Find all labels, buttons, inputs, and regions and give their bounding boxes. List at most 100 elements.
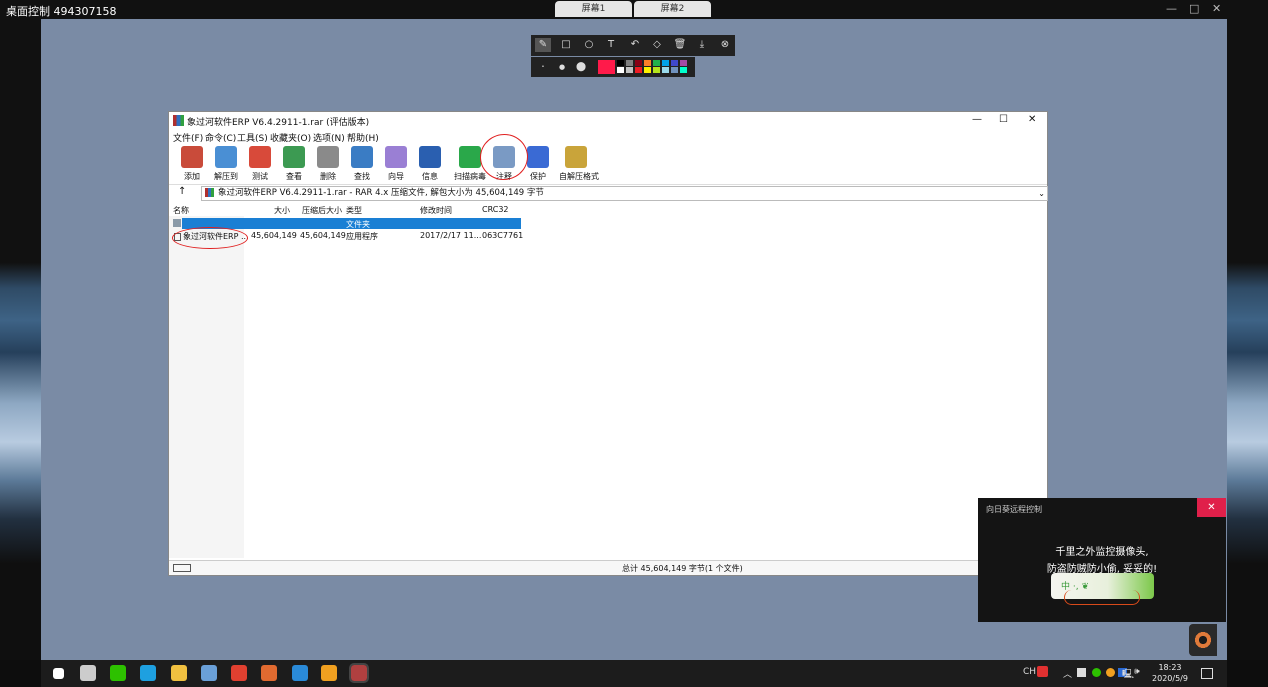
toolbar-button-4[interactable]: 查看 [277,146,311,184]
sogou-icon[interactable] [1037,666,1048,677]
tab-screen-2[interactable]: 屏幕2 [634,1,711,17]
palette-swatch[interactable] [680,60,687,66]
popup-action-button[interactable] [1064,590,1140,605]
text-tool-icon[interactable]: T [603,38,619,52]
toolbar-icon [527,146,549,168]
col-type[interactable]: 类型 [346,205,362,216]
palette-swatch[interactable] [653,60,660,66]
taskbar-start-icon[interactable] [53,668,64,679]
palette-swatch[interactable] [644,60,651,66]
toolbar-button-6[interactable]: 查找 [345,146,379,184]
toolbar-button-1[interactable]: 添加 [175,146,209,184]
notification-icon[interactable] [1201,668,1213,679]
eraser-icon[interactable]: ◇ [649,38,665,52]
ime-indicator[interactable]: CH [1023,667,1036,677]
network-icon[interactable]: 🖳 [1122,667,1134,683]
col-modified[interactable]: 修改时间 [420,205,452,216]
undo-icon[interactable]: ↶ [627,38,643,52]
tray-wechat-icon[interactable] [1092,668,1101,677]
taskbar-paint-icon[interactable] [261,665,277,681]
toolbar-button-3[interactable]: 测试 [243,146,277,184]
palette-swatch[interactable] [617,67,624,73]
active-color-swatch[interactable] [598,60,615,74]
palette-swatch[interactable] [671,67,678,73]
col-crc[interactable]: CRC32 [482,205,509,214]
toolbar-button-7[interactable]: 向导 [379,146,413,184]
winrar-window: 象过河软件ERP V6.4.2911-1.rar (评估版本) — ☐ ✕ 文件… [168,111,1048,576]
close-button[interactable]: ✕ [1212,2,1221,15]
tray-app-icon[interactable] [1077,668,1086,677]
col-name[interactable]: 名称 [173,205,189,216]
path-combo[interactable]: 象过河软件ERP V6.4.2911-1.rar - RAR 4.x 压缩文件,… [201,186,1048,201]
path-bar: ↑ 象过河软件ERP V6.4.2911-1.rar - RAR 4.x 压缩文… [169,184,1048,201]
col-size[interactable]: 大小 [274,205,290,216]
winrar-minimize-button[interactable]: — [972,114,982,125]
toolbar-icon [459,146,481,168]
brush-size-small[interactable]: • [535,60,551,74]
toolbar-button-8[interactable]: 信息 [413,146,447,184]
palette-swatch[interactable] [662,67,669,73]
pen-tool-icon[interactable]: ✎ [535,38,551,52]
table-row[interactable]: 文件夹 [182,218,521,229]
winrar-maximize-button[interactable]: ☐ [999,114,1008,125]
settings-gear-button[interactable] [1189,624,1217,656]
toolbar-button-5[interactable]: 删除 [311,146,345,184]
taskbar-task-view-icon[interactable] [80,665,96,681]
taskbar-notepad-icon[interactable] [201,665,217,681]
palette-swatch[interactable] [653,67,660,73]
toolbar-label: 向导 [388,172,404,181]
toolbar-icon [351,146,373,168]
col-packed[interactable]: 压缩后大小 [302,205,342,216]
toolbar-icon [565,146,587,168]
winrar-close-button[interactable]: ✕ [1028,114,1036,125]
download-icon[interactable]: ⤓ [694,38,710,52]
toolbar-label: 查找 [354,172,370,181]
chevron-down-icon[interactable]: ⌄ [1038,187,1045,200]
palette-swatch[interactable] [644,67,651,73]
taskbar-file-explorer-icon[interactable] [171,665,187,681]
drive-icon [173,564,191,572]
taskbar-wechat-icon[interactable] [110,665,126,681]
brush-size-large[interactable]: ⬤ [573,60,589,74]
color-palette[interactable] [617,60,693,74]
toolbar-button-12[interactable]: 自解压格式 [559,146,599,184]
maximize-button[interactable]: □ [1189,2,1199,15]
taskbar-sunflower-icon[interactable] [321,665,337,681]
palette-swatch[interactable] [626,67,633,73]
toolbar-button-2[interactable]: 解压到 [209,146,243,184]
toolbar-icon [283,146,305,168]
tray-sunflower-icon[interactable] [1106,668,1115,677]
taskbar-winrar-icon[interactable] [349,663,369,683]
tray-expand-icon[interactable]: ︿ [1063,667,1072,680]
palette-swatch[interactable] [626,60,633,66]
palette-swatch[interactable] [671,60,678,66]
volume-icon[interactable]: 🕪 [1134,667,1140,677]
taskbar-chrome-icon[interactable] [231,665,247,681]
popup-close-button[interactable]: ✕ [1197,498,1226,517]
ad-popup: 向日葵远程控制 ✕ 千里之外监控摄像头, 防盗防贼防小偷, 妥妥的! 中 ·, … [978,498,1226,622]
taskbar-wps-icon[interactable] [292,665,308,681]
close-circle-icon[interactable]: ⊗ [717,38,733,52]
palette-swatch[interactable] [635,60,642,66]
taskbar-browser-search-icon[interactable] [140,665,156,681]
row-packed: 45,604,149 [300,231,346,240]
rectangle-tool-icon[interactable]: □ [558,38,574,52]
parent-folder-icon [173,219,181,227]
ellipse-tool-icon[interactable]: ○ [581,38,597,52]
up-folder-button[interactable]: ↑ [178,186,186,197]
brush-size-medium[interactable]: ● [554,60,570,74]
toolbar-icon [249,146,271,168]
gear-icon [1193,630,1213,650]
taskbar-clock[interactable]: 18:23 2020/5/9 [1146,662,1194,684]
winrar-title: 象过河软件ERP V6.4.2911-1.rar (评估版本) [187,118,370,128]
palette-swatch[interactable] [680,67,687,73]
palette-swatch[interactable] [617,60,624,66]
trash-icon[interactable]: 🗑 [672,38,688,52]
annotation-circle-file [172,227,248,249]
tab-screen-1[interactable]: 屏幕1 [555,1,632,17]
palette-swatch[interactable] [662,60,669,66]
toolbar-label: 保护 [530,172,546,181]
palette-swatch[interactable] [635,67,642,73]
row-type: 应用程序 [346,232,378,241]
minimize-button[interactable]: — [1166,2,1177,15]
